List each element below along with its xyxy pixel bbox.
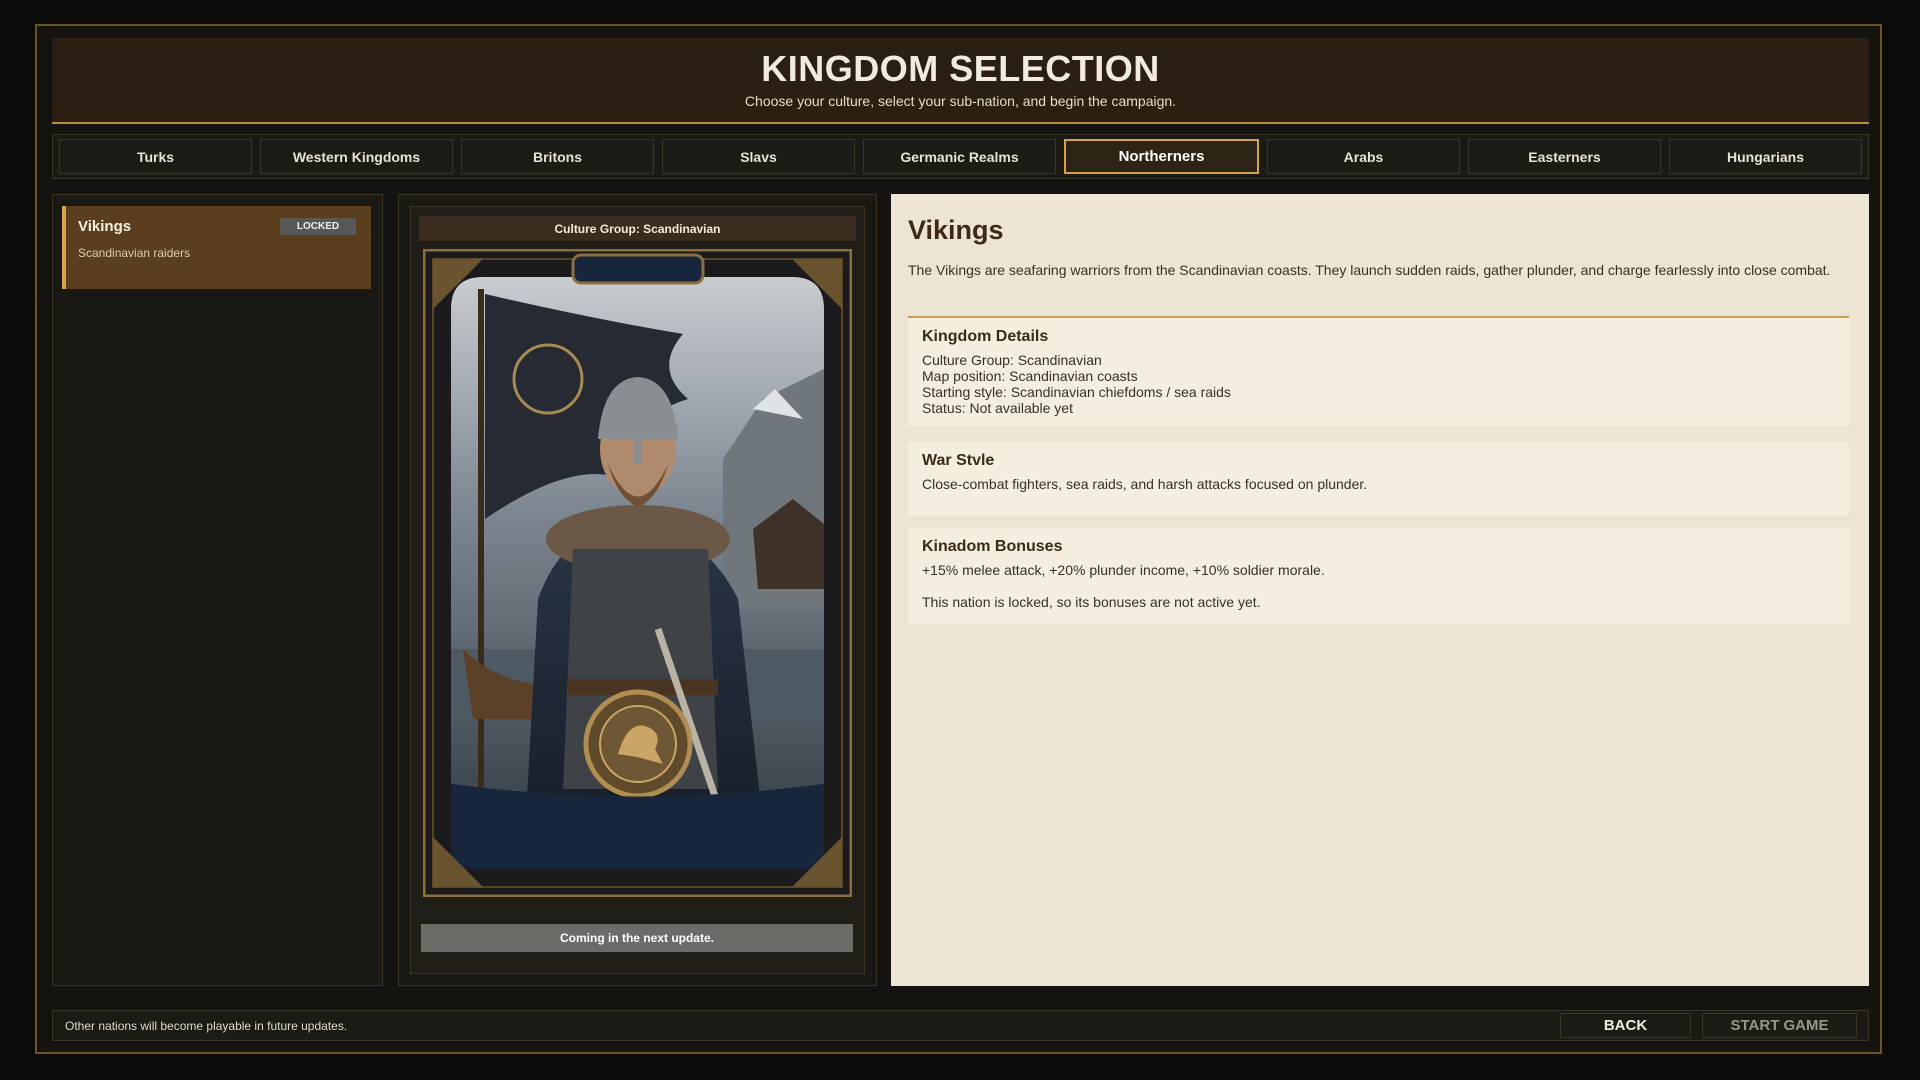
bonuses-text: +15% melee attack, +20% plunder income, … [922,562,1325,578]
war-style-text: Close-combat fighters, sea raids, and ha… [922,476,1368,492]
nation-description: Scandinavian raiders [78,246,191,260]
locked-badge: LOCKED [280,218,356,235]
start-game-button[interactable]: START GAME [1702,1013,1857,1038]
bonuses-heading: Kinadom Bonuses [922,538,1063,555]
tab-western-kingdoms[interactable]: Western Kingdoms [260,139,453,174]
culture-tabs: Turks Western Kingdoms Britons Slavs Ger… [52,134,1869,179]
viking-portrait [423,249,852,897]
page-title: KINGDOM SELECTION [761,48,1160,89]
tab-northerners[interactable]: Northerners [1064,139,1259,174]
detail-line: Status: Not available yet [922,400,1073,416]
nation-list-panel: Vikings LOCKED Scandinavian raiders [52,194,383,986]
nation-name: Vikings [78,218,132,235]
tab-hungarians[interactable]: Hungarians [1669,139,1862,174]
culture-group-label: Culture Group: Scandinavian [419,216,856,241]
tab-arabs[interactable]: Arabs [1267,139,1460,174]
detail-line: Starting style: Scandinavian chiefdoms /… [922,384,1231,400]
war-style-heading: War Stvle [922,452,995,469]
tab-slavs[interactable]: Slavs [662,139,855,174]
preview-card: Culture Group: Scandinavian Coming in th… [410,206,865,974]
tab-turks[interactable]: Turks [59,139,252,174]
detail-line: Map position: Scandinavian coasts [922,368,1138,384]
details-panel: Vikings The Vikings are seafaring warrio… [891,194,1869,986]
bonuses-note: This nation is locked, so its bonuses ar… [922,594,1261,610]
kingdom-details-section: Kingdom Details Culture Group: Scandinav… [908,316,1849,426]
detail-line: Culture Group: Scandinavian [922,352,1102,368]
footer-note: Other nations will become playable in fu… [65,1019,348,1033]
bonuses-section: Kinadom Bonuses +15% melee attack, +20% … [908,528,1849,624]
tab-easterners[interactable]: Easterners [1468,139,1661,174]
details-title: Vikings [908,215,1004,245]
kingdom-details-heading: Kingdom Details [922,328,1049,345]
back-button[interactable]: BACK [1560,1013,1691,1038]
footer-bar: Other nations will become playable in fu… [52,1010,1869,1041]
preview-panel: Culture Group: Scandinavian Coming in th… [398,194,877,986]
page-subtitle: Choose your culture, select your sub-nat… [744,93,1177,109]
coming-soon-bar: Coming in the next update. [421,924,853,952]
details-intro: The Vikings are seafaring warriors from … [908,262,1831,278]
nation-item-vikings[interactable]: Vikings LOCKED Scandinavian raiders [62,206,371,289]
war-style-section: War Stvle Close-combat fighters, sea rai… [908,442,1849,516]
tab-britons[interactable]: Britons [461,139,654,174]
tab-germanic-realms[interactable]: Germanic Realms [863,139,1056,174]
header: KINGDOM SELECTION Choose your culture, s… [52,38,1869,124]
